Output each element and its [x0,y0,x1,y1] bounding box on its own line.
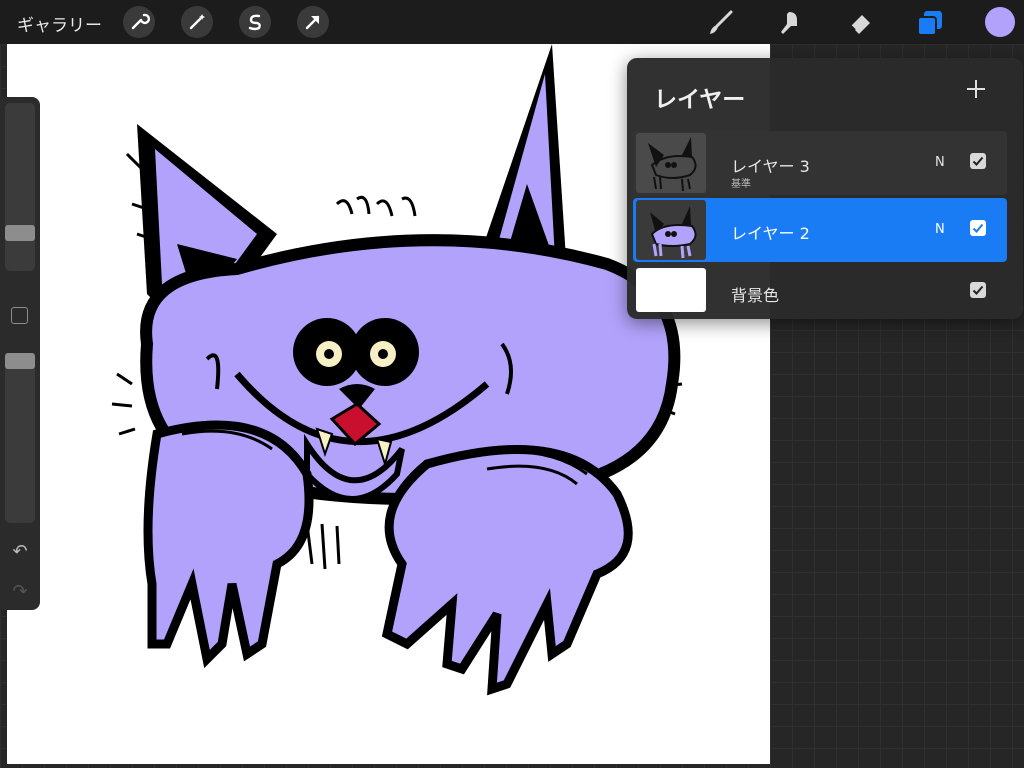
visibility-checkbox[interactable] [970,282,986,298]
layer-name: レイヤー 3 [731,157,810,176]
layer-name: 背景色 [731,286,780,305]
top-toolbar: ギャラリー [0,0,1024,44]
opacity-thumb[interactable] [5,353,35,369]
layer-row-background[interactable]: 背景色 [633,264,1007,316]
brush-icon[interactable] [705,8,735,38]
visibility-checkbox[interactable] [970,220,986,236]
blend-mode-button[interactable]: N [935,155,945,170]
visibility-checkbox[interactable] [970,153,986,169]
blend-mode-button[interactable]: N [935,222,945,237]
brush-size-thumb[interactable] [5,225,35,241]
selection-icon[interactable] [239,6,271,38]
transform-arrow-icon[interactable] [297,6,329,38]
wrench-icon[interactable] [123,6,155,38]
gallery-button[interactable]: ギャラリー [17,11,102,36]
magic-wand-icon[interactable] [181,6,213,38]
layer-row-2[interactable]: レイヤー 2 N [633,198,1007,262]
modify-button[interactable] [11,307,28,324]
layer-thumbnail [636,200,706,260]
redo-icon[interactable]: ↷ [0,581,40,602]
undo-icon[interactable]: ↶ [0,541,40,562]
layers-icon[interactable] [915,8,945,38]
layer-name: レイヤー 2 [731,224,810,243]
layer-clipping-label: 基準 [731,179,751,190]
layer-thumbnail [636,133,706,193]
left-sidebar: ↶ ↷ [0,97,40,610]
layer-row-3[interactable]: レイヤー 3 基準 N [633,131,1007,195]
opacity-slider[interactable] [5,353,35,523]
plus-icon[interactable] [965,78,987,100]
background-color-thumbnail[interactable] [636,268,706,312]
brush-size-slider[interactable] [5,103,35,271]
color-icon[interactable] [985,7,1015,37]
eraser-icon[interactable] [845,8,875,38]
layers-panel: レイヤー レイヤー 3 基準 N レイヤー 2 N 背景色 [627,58,1023,319]
layers-title: レイヤー [654,87,746,113]
smudge-icon[interactable] [775,8,805,38]
